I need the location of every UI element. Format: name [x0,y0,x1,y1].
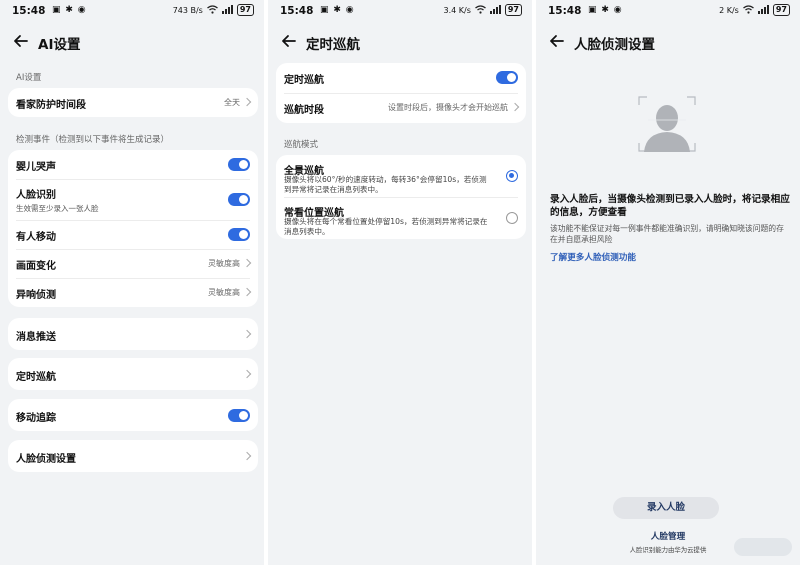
abnormal-sound-value: 灵敏度高 [208,288,240,297]
cruise-period-label: 巡航时段 [284,105,324,116]
back-arrow-icon[interactable] [280,32,298,50]
guard-period-row[interactable]: 看家防护时间段 全天 [8,88,258,117]
page-title: 人脸侦测设置 [574,37,655,53]
guard-period-label: 看家防护时间段 [16,100,86,111]
wifi-icon [474,4,486,16]
tracking-label: 移动追踪 [16,413,56,424]
abnormal-sound-row[interactable]: 异响侦测 灵敏度高 [8,278,258,307]
learn-more-link[interactable]: 了解更多人脸侦测功能 [550,251,636,263]
face-recog-row: 人脸识别 生效需至少录入一张人脸 [8,179,258,220]
cruise-settings-card: 定时巡航 巡航时段 设置时段后，摄像头才会开始巡航 [276,63,526,123]
chevron-right-icon [242,258,252,268]
frequent-mode-row[interactable]: 常看位置巡航 摄像头将在每个常看位置处停留10s，若侦测到异常将记录在消息列表中… [276,197,526,239]
ai-settings-screen: 15:48 ▣ ✱ ◉ 743 B/s 97 AI设置 AI设置 看家防护时间段… [0,0,264,565]
cruise-toggle-label: 定时巡航 [284,75,324,86]
person-move-label: 有人移动 [16,232,56,243]
push-row[interactable]: 消息推送 [8,318,258,350]
battery-icon: 97 [236,4,254,16]
face-intro-text: 录入人脸后，当摄像头检测到已录入人脸时，将记录相应的信息，方便查看 [550,194,790,218]
chevron-right-icon [510,102,520,112]
section-label-mode: 巡航模式 [284,140,319,150]
title-bar: AI设置 [0,28,264,56]
face-detection-screen: 15:48 ▣ ✱ ◉ 2 K/s 97 人脸侦测设置 录入人脸后，当摄像头检测… [536,0,800,565]
status-icons: ▣ ✱ ◉ [320,5,355,15]
status-bar: 15:48 ▣ ✱ ◉ 2 K/s 97 [536,4,800,20]
net-speed: 2 K/s [719,5,739,15]
signal-icon [489,4,501,16]
title-bar: 定时巡航 [268,28,532,56]
person-move-row: 有人移动 [8,220,258,249]
status-bar: 15:48 ▣ ✱ ◉ 3.4 K/s 97 [268,4,532,20]
baby-cry-label: 婴儿哭声 [16,162,56,173]
cruise-period-row[interactable]: 巡航时段 设置时段后，摄像头才会开始巡航 [276,93,526,123]
section-label-events: 检测事件（检测到以下事件将生成记录） [16,135,170,145]
cruise-card: 定时巡航 [8,358,258,390]
face-recog-sub: 生效需至少录入一张人脸 [16,204,99,213]
title-bar: 人脸侦测设置 [536,28,800,56]
status-time: 15:48 [548,5,582,17]
net-speed: 743 B/s [172,5,203,15]
push-label: 消息推送 [16,332,56,343]
status-icons: ▣ ✱ ◉ [52,5,87,15]
events-card: 婴儿哭声 人脸识别 生效需至少录入一张人脸 有人移动 画面变化 灵敏度高 异响侦… [8,150,258,307]
frequent-mode-desc: 摄像头将在每个常看位置处停留10s，若侦测到异常将记录在消息列表中。 [284,217,488,236]
signal-icon [757,4,769,16]
enroll-face-button[interactable]: 录入人脸 [613,497,719,519]
tracking-toggle[interactable] [228,409,250,422]
cruise-row[interactable]: 定时巡航 [8,358,258,390]
status-bar: 15:48 ▣ ✱ ◉ 743 B/s 97 [0,4,264,20]
page-title: AI设置 [38,37,81,53]
tracking-row: 移动追踪 [8,399,258,431]
section-label-ai: AI设置 [16,73,42,83]
page-title: 定时巡航 [306,37,360,53]
guard-period-card: 看家防护时间段 全天 [8,88,258,117]
watermark-logo [734,538,792,556]
scene-change-value: 灵敏度高 [208,259,240,268]
status-time: 15:48 [280,5,314,17]
chevron-right-icon [242,287,252,297]
face-disclaimer-text: 该功能不能保证对每一例事件都能准确识别，请明确知晓该问题的存在并自愿承担风险 [550,224,784,244]
panorama-mode-desc: 摄像头将以60°/秒的速度转动，每转36°会停留10s，若侦测到异常将记录在消息… [284,175,487,194]
face-settings-card: 人脸侦测设置 [8,440,258,472]
guard-period-value: 全天 [224,98,240,107]
cruise-label: 定时巡航 [16,372,56,383]
abnormal-sound-label: 异响侦测 [16,290,56,301]
face-recog-label: 人脸识别 [16,190,56,201]
face-recog-toggle[interactable] [228,193,250,206]
baby-cry-toggle[interactable] [228,158,250,171]
panorama-mode-row[interactable]: 全景巡航 摄像头将以60°/秒的速度转动，每转36°会停留10s，若侦测到异常将… [276,155,526,197]
scene-change-label: 画面变化 [16,261,56,272]
baby-cry-row: 婴儿哭声 [8,150,258,179]
cruise-mode-card: 全景巡航 摄像头将以60°/秒的速度转动，每转36°会停留10s，若侦测到异常将… [276,155,526,239]
chevron-right-icon [242,97,252,107]
status-icons: ▣ ✱ ◉ [588,5,623,15]
frequent-mode-radio[interactable] [506,212,518,224]
face-silhouette-icon [638,96,696,152]
battery-icon: 97 [504,4,522,16]
net-speed: 3.4 K/s [443,5,471,15]
person-move-toggle[interactable] [228,228,250,241]
tracking-card: 移动追踪 [8,399,258,431]
panorama-mode-radio[interactable] [506,170,518,182]
back-arrow-icon[interactable] [548,32,566,50]
chevron-right-icon [242,451,252,461]
push-card: 消息推送 [8,318,258,350]
wifi-icon [206,4,218,16]
cruise-toggle-row: 定时巡航 [276,63,526,93]
face-settings-row[interactable]: 人脸侦测设置 [8,440,258,472]
cruise-period-hint: 设置时段后，摄像头才会开始巡航 [388,103,508,112]
chevron-right-icon [242,329,252,339]
status-time: 15:48 [12,5,46,17]
signal-icon [221,4,233,16]
cruise-toggle[interactable] [496,71,518,84]
chevron-right-icon [242,369,252,379]
battery-icon: 97 [772,4,790,16]
wifi-icon [742,4,754,16]
scene-change-row[interactable]: 画面变化 灵敏度高 [8,249,258,278]
cruise-screen: 15:48 ▣ ✱ ◉ 3.4 K/s 97 定时巡航 定时巡航 巡航时段 设置… [268,0,532,565]
back-arrow-icon[interactable] [12,32,30,50]
face-settings-label: 人脸侦测设置 [16,454,76,465]
